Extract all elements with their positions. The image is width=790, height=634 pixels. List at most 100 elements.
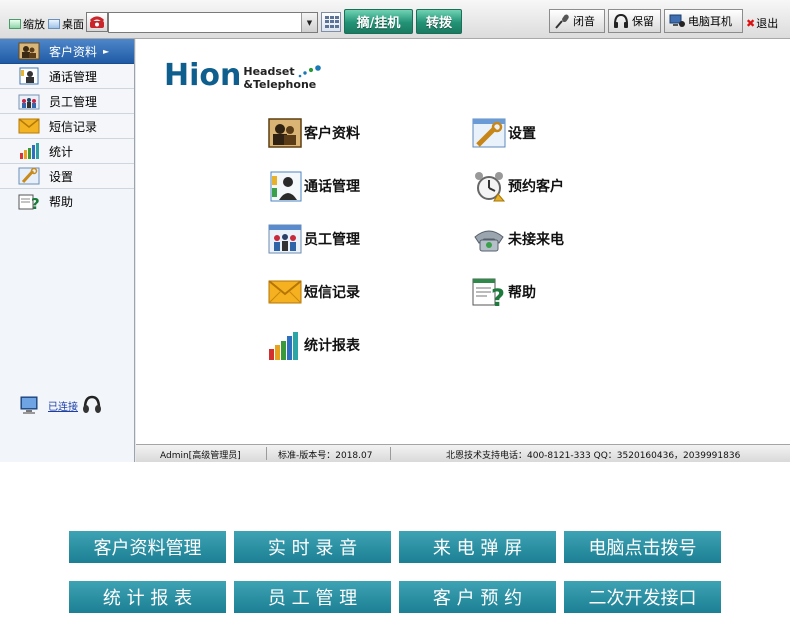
number-combobox: ▼ — [108, 12, 318, 33]
feature-click-to-dial: 电脑点击拨号 — [564, 531, 721, 563]
sidebar-item-settings[interactable]: 设置 — [0, 164, 134, 189]
feature-realtime-recording: 实 时 录 音 — [234, 531, 391, 563]
keypad-dot — [325, 24, 329, 28]
status-separator — [266, 447, 267, 460]
customer-info-icon — [18, 42, 40, 60]
tile-label: 通话管理 — [304, 179, 360, 195]
minimize-icon — [9, 19, 21, 29]
pc-headset-icon — [669, 14, 685, 27]
brand-word: Hion — [164, 58, 242, 93]
number-dropdown-button[interactable]: ▼ — [301, 13, 317, 32]
microphone-icon — [555, 14, 569, 29]
main-panel: Hion Headset &Telephone 客户资料 通话管理 员工管理 短… — [136, 39, 790, 444]
headphones-icon — [614, 13, 628, 28]
tile-call-management[interactable]: 通话管理 — [268, 170, 360, 202]
keypad-dot — [325, 20, 329, 24]
pc-headset-label: 电脑耳机 — [688, 15, 732, 28]
feature-caller-popup: 来 电 弹 屏 — [399, 531, 556, 563]
desktop-icon — [48, 19, 60, 29]
svg-text:?: ? — [491, 284, 505, 308]
tile-label: 客户资料 — [304, 126, 360, 142]
statistics-chart-icon — [20, 143, 39, 159]
tile-staff-management[interactable]: 员工管理 — [268, 223, 360, 255]
phone-number-input[interactable] — [109, 13, 302, 32]
feature-staff-management: 员 工 管 理 — [234, 581, 391, 613]
sidebar-item-call-management[interactable]: 通话管理 — [0, 64, 134, 89]
computer-icon — [20, 396, 38, 414]
tile-missed-calls[interactable]: 未接来电 — [472, 223, 564, 255]
tile-label: 帮助 — [508, 285, 536, 301]
brand-dots-icon — [298, 65, 321, 78]
brand-sub-line1: Headset — [243, 64, 295, 78]
close-icon: ✖ — [746, 16, 756, 30]
hold-button[interactable]: 保留 — [608, 9, 661, 33]
svg-text:?: ? — [31, 195, 40, 211]
hangup-button[interactable]: 摘/挂机 — [344, 9, 413, 34]
sms-envelope-icon — [268, 280, 302, 304]
sidebar-item-label: 帮助 — [49, 195, 74, 209]
sidebar-item-label: 客户资料 — [49, 44, 98, 59]
keypad-dot — [330, 20, 334, 24]
mute-label: 闭音 — [573, 15, 595, 28]
settings-icon — [472, 118, 506, 148]
sidebar-item-staff-management[interactable]: 员工管理 — [0, 89, 134, 114]
hold-label: 保留 — [632, 15, 654, 28]
brand-logo: Hion Headset &Telephone — [164, 59, 323, 93]
exit-label: 退出 — [756, 17, 779, 30]
exit-button[interactable]: ✖ 退出 — [746, 15, 778, 31]
statistics-chart-icon — [269, 332, 298, 360]
alarm-clock-icon — [475, 172, 506, 202]
call-management-icon — [19, 67, 39, 85]
chevron-down-icon: ▼ — [306, 18, 313, 27]
sidebar-item-label: 统计 — [49, 144, 74, 159]
sidebar-item-statistics[interactable]: 统计 — [0, 139, 134, 164]
sidebar-item-label: 短信记录 — [49, 119, 98, 134]
transfer-button[interactable]: 转拨 — [416, 9, 462, 34]
phone-button[interactable] — [86, 12, 108, 32]
help-icon: ? — [472, 278, 505, 308]
tile-sms-records[interactable]: 短信记录 — [268, 276, 360, 308]
feature-secondary-development-api: 二次开发接口 — [564, 581, 721, 613]
tile-label: 设置 — [508, 126, 536, 142]
staff-management-icon — [18, 94, 40, 110]
customer-info-icon — [268, 118, 302, 148]
tile-label: 短信记录 — [304, 285, 360, 301]
keypad-dot — [335, 24, 339, 28]
keypad-dot — [330, 24, 334, 28]
sms-envelope-icon — [18, 118, 40, 134]
keypad-dot — [335, 16, 339, 19]
sidebar-item-customer-info[interactable]: 客户资料 ► — [0, 39, 134, 64]
status-support: 北恩技术支持电话：400-8121-333 QQ：3520160436，2039… — [446, 451, 741, 461]
desktop-button[interactable]: 桌面 — [48, 16, 84, 32]
status-version: 标准-版本号：2018.07 — [278, 451, 373, 461]
connection-label: 已连接 — [48, 401, 78, 413]
chevron-right-icon: ► — [103, 46, 110, 56]
feature-customer-data-management: 客户资料管理 — [69, 531, 226, 563]
feature-statistics-report: 统 计 报 表 — [69, 581, 226, 613]
tile-statistics-report[interactable]: 统计报表 — [268, 329, 360, 361]
brand-subtitle: Headset &Telephone — [243, 64, 322, 91]
softphone-window: 缩放 桌面 ▼ 摘/挂机 转拨 闭音 保留 电脑耳机 ✖ 退出 客户资料 ► 通… — [0, 0, 790, 462]
sidebar-item-sms-records[interactable]: 短信记录 — [0, 114, 134, 139]
minimize-button[interactable]: 缩放 — [9, 16, 45, 32]
sidebar-item-help[interactable]: ? 帮助 — [0, 189, 134, 214]
tile-scheduled-customers[interactable]: 预约客户 — [472, 170, 564, 202]
help-icon: ? — [18, 194, 40, 211]
minimize-label: 缩放 — [23, 18, 45, 31]
sidebar-item-label: 设置 — [49, 169, 74, 184]
settings-icon — [18, 167, 40, 185]
tile-customer-info[interactable]: 客户资料 — [268, 117, 360, 149]
sidebar-item-label: 通话管理 — [49, 69, 98, 84]
mute-button[interactable]: 闭音 — [549, 9, 605, 33]
pc-headset-button[interactable]: 电脑耳机 — [664, 9, 743, 33]
tile-help[interactable]: ? 帮助 — [472, 276, 536, 308]
tile-label: 预约客户 — [508, 179, 564, 195]
feature-customer-appointment: 客 户 预 约 — [399, 581, 556, 613]
connection-status: 已连接 — [19, 394, 103, 416]
tile-settings[interactable]: 设置 — [472, 117, 536, 149]
keypad-button[interactable] — [321, 12, 341, 32]
keypad-dot — [330, 16, 334, 19]
top-toolbar: 缩放 桌面 ▼ 摘/挂机 转拨 闭音 保留 电脑耳机 ✖ 退出 — [0, 0, 790, 39]
tile-label: 员工管理 — [304, 232, 360, 248]
tile-label: 统计报表 — [304, 338, 360, 354]
